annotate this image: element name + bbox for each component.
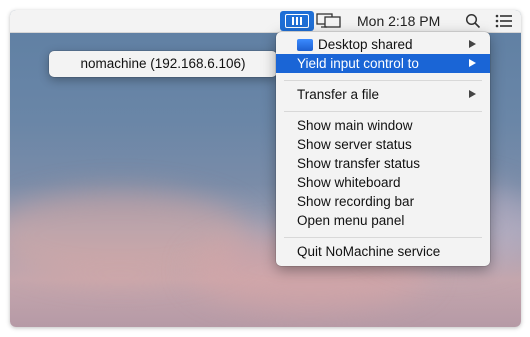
menu-item-show-recording-bar[interactable]: Show recording bar [276,192,490,211]
menu-separator [284,111,482,112]
menu-item-desktop-shared[interactable]: Desktop shared [276,35,490,54]
menu-item-show-main-window[interactable]: Show main window [276,116,490,135]
menu-item-label: Show whiteboard [297,175,401,190]
menu-item-show-server-status[interactable]: Show server status [276,135,490,154]
menu-item-label: Desktop shared [318,37,413,52]
menu-item-label: Show recording bar [297,194,415,209]
menu-item-label: Transfer a file [297,87,380,102]
menu-item-open-menu-panel[interactable]: Open menu panel [276,211,490,230]
nomachine-icon[interactable] [280,11,314,31]
notification-list-icon[interactable] [495,14,513,28]
desktop-shared-badge-icon [297,39,313,51]
host-label: nomachine (192.168.6.106) [80,56,246,71]
menu-item-label: Show main window [297,118,413,133]
menu-item-quit[interactable]: Quit NoMachine service [276,242,490,261]
menu-item-show-whiteboard[interactable]: Show whiteboard [276,173,490,192]
chevron-right-icon [469,59,476,67]
search-icon[interactable] [465,13,481,29]
display-sharing-icon[interactable] [316,13,342,29]
menu-item-label: Yield input control to [297,56,419,71]
menu-item-yield-input[interactable]: Yield input control to [276,54,490,73]
menu-item-label: Quit NoMachine service [297,244,441,259]
chevron-right-icon [469,90,476,98]
clock[interactable]: Mon 2:18 PM [357,13,440,29]
menu-item-show-transfer-status[interactable]: Show transfer status [276,154,490,173]
menu-bar: Mon 2:18 PM [10,10,521,33]
menu-item-transfer-file[interactable]: Transfer a file [276,85,490,104]
menu-item-label: Show transfer status [297,156,421,171]
chevron-right-icon [469,40,476,48]
menu-item-label: Open menu panel [297,213,405,228]
submenu-host-item[interactable]: nomachine (192.168.6.106) [49,51,277,77]
menu-separator [284,237,482,238]
menu-separator [284,80,482,81]
menu-item-label: Show server status [297,137,412,152]
nomachine-menu: Desktop shared Yield input control to Tr… [276,32,490,266]
